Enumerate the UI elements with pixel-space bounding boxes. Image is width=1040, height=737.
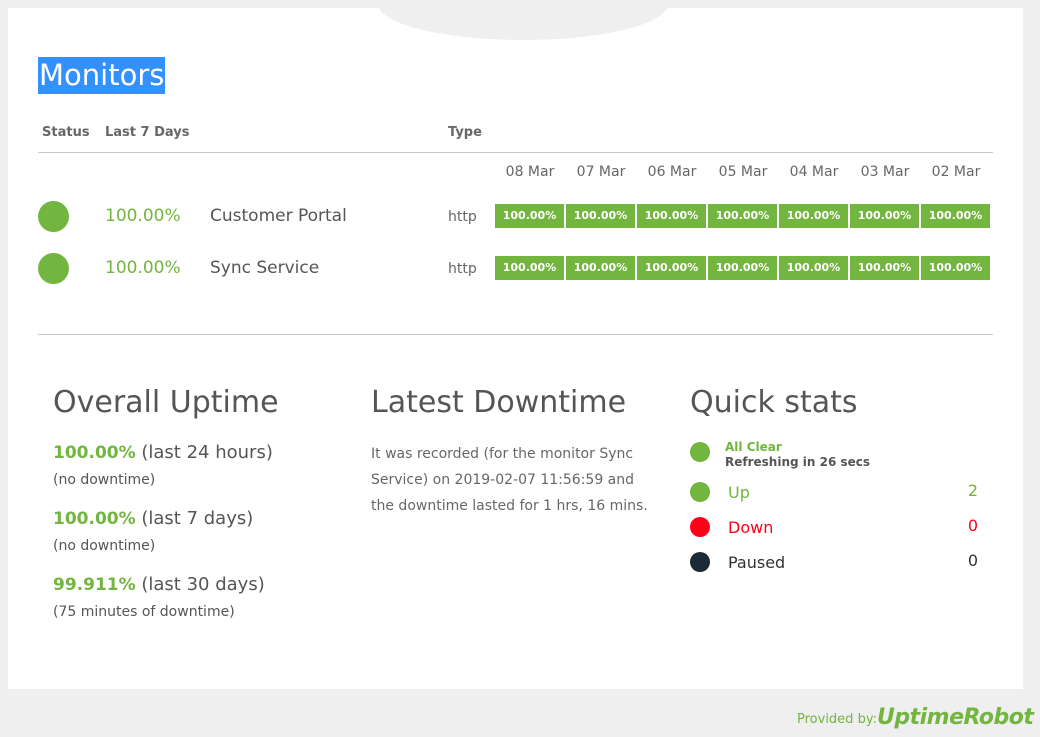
- date-label: 04 Mar: [789, 164, 839, 180]
- daily-uptime-bar[interactable]: 100.00%: [850, 204, 919, 228]
- daily-uptime-bar[interactable]: 100.00%: [850, 256, 919, 280]
- date-label: 06 Mar: [647, 164, 697, 180]
- date-label: 03 Mar: [860, 164, 910, 180]
- daily-uptime-bars: 100.00% 100.00% 100.00% 100.00% 100.00% …: [495, 256, 990, 280]
- daily-uptime-bar[interactable]: 100.00%: [637, 204, 706, 228]
- monitor-type: http: [448, 209, 477, 225]
- paused-count: 0: [967, 551, 978, 570]
- refresh-countdown: Refreshing in 26 secs: [725, 455, 871, 469]
- uptime-value: 100.00%: [53, 509, 136, 529]
- daily-uptime-bars: 100.00% 100.00% 100.00% 100.00% 100.00% …: [495, 204, 990, 228]
- latest-downtime-title: Latest Downtime: [371, 385, 627, 420]
- paused-label: Paused: [728, 553, 786, 572]
- down-label: Down: [728, 518, 774, 537]
- daily-uptime-bar[interactable]: 100.00%: [495, 204, 564, 228]
- section-divider: [38, 334, 993, 335]
- monitor-row[interactable]: 100.00% Customer Portal http 100.00% 100…: [8, 200, 1023, 232]
- monitor-uptime: 100.00%: [105, 206, 181, 226]
- all-clear-label: All Clear: [725, 440, 782, 454]
- monitor-name[interactable]: Sync Service: [210, 258, 319, 278]
- monitor-type: http: [448, 261, 477, 277]
- uptime-7d: 100.00% (last 7 days): [53, 508, 253, 529]
- uptime-note: (no downtime): [53, 472, 156, 488]
- status-up-icon: [38, 253, 69, 284]
- up-icon: [690, 482, 710, 502]
- date-label: 08 Mar: [505, 164, 555, 180]
- uptimerobot-logo[interactable]: UptimeRobot: [877, 705, 1034, 730]
- daily-uptime-bar[interactable]: 100.00%: [495, 256, 564, 280]
- paused-icon: [690, 552, 710, 572]
- uptime-24h: 100.00% (last 24 hours): [53, 442, 273, 463]
- daily-uptime-bar[interactable]: 100.00%: [921, 204, 990, 228]
- provided-by-label: Provided by:: [797, 712, 877, 727]
- monitor-name[interactable]: Customer Portal: [210, 206, 347, 226]
- uptime-period: (last 7 days): [141, 508, 254, 529]
- header-divider: [38, 152, 993, 153]
- daily-uptime-bar[interactable]: 100.00%: [566, 256, 635, 280]
- daily-uptime-bar[interactable]: 100.00%: [779, 204, 848, 228]
- latest-downtime-text: It was recorded (for the monitor Sync Se…: [371, 446, 648, 514]
- date-label: 05 Mar: [718, 164, 768, 180]
- page-title: Monitors: [38, 57, 166, 94]
- up-label: Up: [728, 483, 750, 502]
- daily-uptime-bar[interactable]: 100.00%: [637, 256, 706, 280]
- uptime-note: (no downtime): [53, 538, 156, 554]
- up-count: 2: [967, 481, 978, 500]
- uptime-note: (75 minutes of downtime): [53, 604, 235, 620]
- uptime-value: 100.00%: [53, 443, 136, 463]
- all-clear-icon: [690, 442, 710, 462]
- status-up-icon: [38, 201, 69, 232]
- down-icon: [690, 517, 710, 537]
- date-label: 07 Mar: [576, 164, 626, 180]
- quick-stats-title: Quick stats: [690, 385, 858, 420]
- column-status: Status: [42, 125, 90, 140]
- uptime-30d: 99.911% (last 30 days): [53, 574, 265, 595]
- monitor-row[interactable]: 100.00% Sync Service http 100.00% 100.00…: [8, 252, 1023, 284]
- overall-uptime-title: Overall Uptime: [53, 385, 279, 420]
- uptime-value: 99.911%: [53, 575, 136, 595]
- uptime-period: (last 30 days): [141, 574, 265, 595]
- header-arc: [378, 4, 668, 40]
- monitor-uptime: 100.00%: [105, 258, 181, 278]
- date-label: 02 Mar: [931, 164, 981, 180]
- uptime-period: (last 24 hours): [141, 442, 273, 463]
- down-count: 0: [967, 516, 978, 535]
- daily-uptime-bar[interactable]: 100.00%: [708, 204, 777, 228]
- column-last-7-days: Last 7 Days: [105, 125, 190, 140]
- daily-uptime-bar[interactable]: 100.00%: [921, 256, 990, 280]
- daily-uptime-bar[interactable]: 100.00%: [708, 256, 777, 280]
- status-page-card: Monitors Status Last 7 Days Type 08 Mar …: [8, 4, 1023, 689]
- column-type: Type: [448, 125, 482, 140]
- daily-uptime-bar[interactable]: 100.00%: [779, 256, 848, 280]
- daily-uptime-bar[interactable]: 100.00%: [566, 204, 635, 228]
